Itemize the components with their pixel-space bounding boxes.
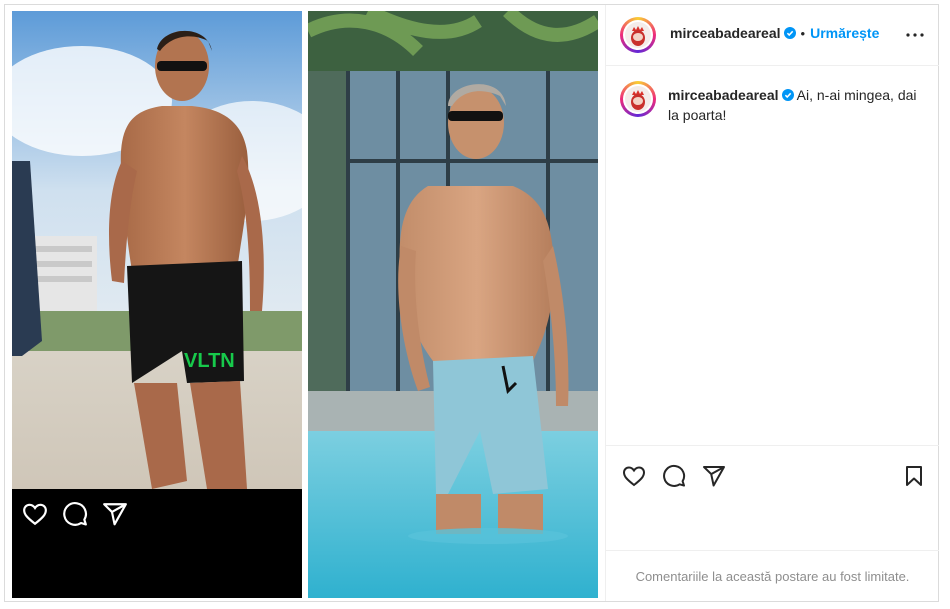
verified-badge-icon bbox=[783, 27, 796, 39]
share-icon[interactable] bbox=[102, 501, 128, 527]
comments-limited-notice: Comentariile la această postare au fost … bbox=[606, 550, 939, 602]
heart-icon[interactable] bbox=[22, 501, 48, 527]
post-caption: mirceabadeareal Ai, n-ai mingea, dai la … bbox=[668, 85, 918, 125]
post-media[interactable]: VLTN bbox=[5, 5, 605, 601]
avatar-image bbox=[625, 22, 651, 48]
avatar[interactable] bbox=[620, 17, 656, 53]
post-side-panel: mirceabadeareal • Urmărește mirceabadear… bbox=[605, 5, 939, 601]
overlay-action-bar bbox=[22, 501, 128, 527]
post-container: VLTN mirceabadeareal • Urmărește mirceab… bbox=[4, 4, 939, 602]
pool-photo-illustration bbox=[308, 11, 598, 598]
bookmark-icon[interactable] bbox=[902, 464, 926, 488]
comment-icon[interactable] bbox=[62, 501, 88, 527]
verified-badge-icon bbox=[781, 89, 794, 101]
heart-icon[interactable] bbox=[622, 464, 646, 488]
username[interactable]: mirceabadeareal bbox=[670, 25, 781, 41]
comment-icon[interactable] bbox=[662, 464, 686, 488]
header-meta: mirceabadeareal • Urmărește bbox=[670, 25, 879, 41]
avatar-image bbox=[625, 86, 651, 112]
follow-button[interactable]: Urmărește bbox=[810, 25, 879, 41]
separator-dot: • bbox=[800, 25, 806, 41]
action-bar bbox=[606, 445, 939, 506]
caption-avatar[interactable] bbox=[620, 81, 656, 117]
share-icon[interactable] bbox=[702, 464, 726, 488]
caption-username[interactable]: mirceabadeareal bbox=[668, 87, 779, 103]
svg-text:VLTN: VLTN bbox=[184, 350, 235, 372]
photo-left: VLTN bbox=[12, 11, 302, 598]
post-header: mirceabadeareal • Urmărește bbox=[606, 5, 939, 66]
photo-right bbox=[308, 11, 598, 598]
more-icon[interactable] bbox=[903, 23, 927, 47]
